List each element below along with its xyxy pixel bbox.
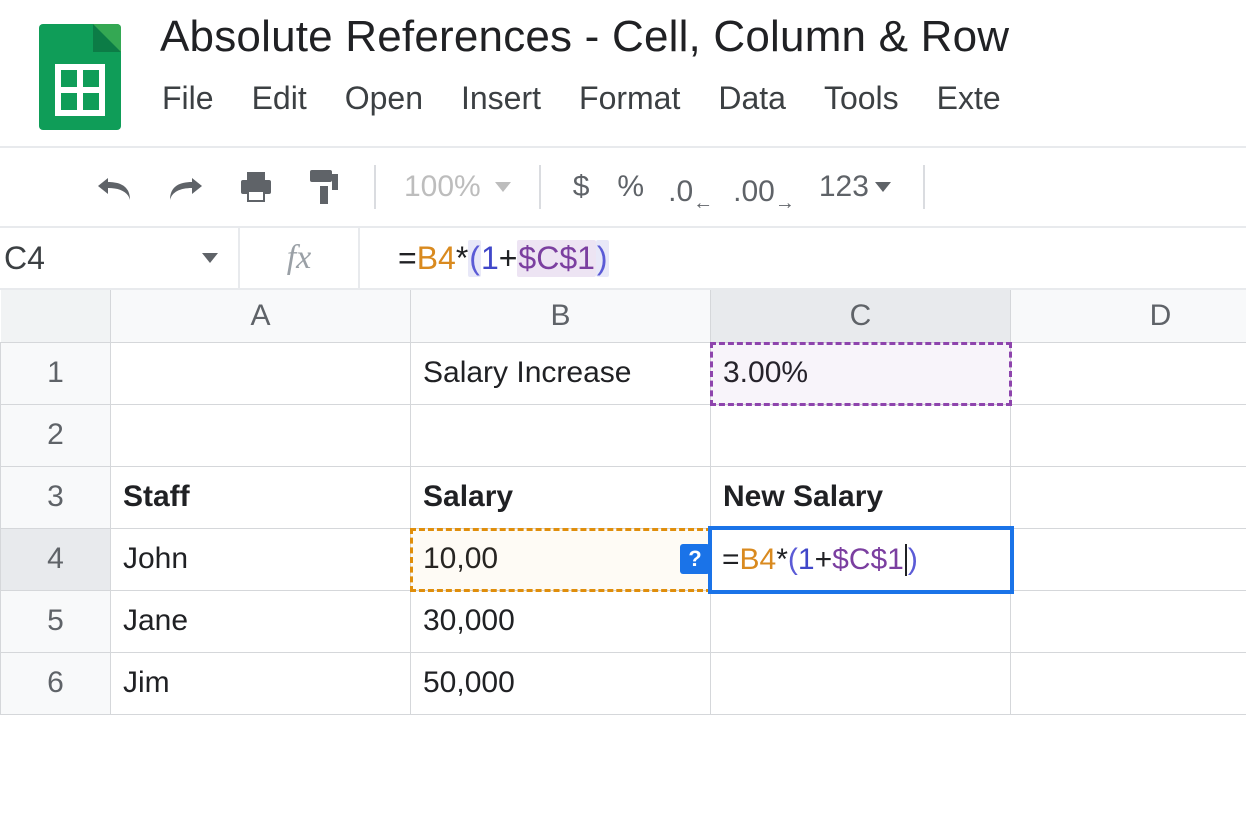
cell-A1[interactable] bbox=[111, 342, 411, 404]
undo-button[interactable] bbox=[78, 148, 150, 226]
cell-B3[interactable]: Salary bbox=[411, 466, 711, 528]
tok-plus: + bbox=[499, 240, 518, 277]
cell-C1[interactable]: 3.00% bbox=[711, 342, 1011, 404]
sheet-grid[interactable]: A B C D 1 Salary Increase 3.00% 2 3 Staf… bbox=[0, 290, 1246, 715]
sheets-icon[interactable] bbox=[39, 24, 121, 130]
format-currency-button[interactable]: $ bbox=[559, 170, 604, 204]
cell-B1[interactable]: Salary Increase bbox=[411, 342, 711, 404]
chevron-down-icon bbox=[875, 182, 891, 192]
menu-bar: File Edit Open Insert Format Data Tools … bbox=[160, 80, 1246, 117]
menu-tools[interactable]: Tools bbox=[824, 80, 899, 117]
cell-B2[interactable] bbox=[411, 404, 711, 466]
tok-eq: = bbox=[398, 240, 417, 277]
tok-one: 1 bbox=[481, 240, 499, 277]
menu-extensions[interactable]: Exte bbox=[937, 80, 1001, 117]
cell-B4[interactable]: 10,00 bbox=[411, 528, 711, 590]
tok-abs-c1: $C$1 bbox=[832, 543, 904, 577]
toolbar-separator bbox=[539, 165, 541, 209]
menu-file[interactable]: File bbox=[162, 80, 214, 117]
name-box[interactable]: C4 bbox=[0, 228, 240, 288]
menu-insert[interactable]: Insert bbox=[461, 80, 541, 117]
row-header-3[interactable]: 3 bbox=[1, 466, 111, 528]
tok-plus: + bbox=[815, 543, 833, 577]
tok-abs-c1: $C$1 bbox=[517, 240, 596, 277]
decrease-decimal-button[interactable]: .0← bbox=[658, 165, 723, 209]
menu-format[interactable]: Format bbox=[579, 80, 680, 117]
paint-format-button[interactable] bbox=[290, 148, 356, 226]
dec00-label: .00 bbox=[733, 175, 775, 209]
tok-one: 1 bbox=[798, 543, 815, 577]
cell-D3[interactable] bbox=[1011, 466, 1246, 528]
redo-button[interactable] bbox=[150, 148, 222, 226]
tok-lparen: ( bbox=[788, 543, 798, 577]
cell-D5[interactable] bbox=[1011, 590, 1246, 652]
col-header-A[interactable]: A bbox=[111, 290, 411, 342]
increase-decimal-button[interactable]: .00→ bbox=[723, 165, 805, 209]
menu-data[interactable]: Data bbox=[718, 80, 786, 117]
col-header-B[interactable]: B bbox=[411, 290, 711, 342]
row-header-1[interactable]: 1 bbox=[1, 342, 111, 404]
name-box-value: C4 bbox=[4, 240, 45, 277]
cell-B6[interactable]: 50,000 bbox=[411, 652, 711, 714]
header: Absolute References - Cell, Column & Row… bbox=[0, 0, 1246, 130]
cell-A3[interactable]: Staff bbox=[111, 466, 411, 528]
formula-hint-icon[interactable]: ? bbox=[680, 544, 710, 574]
chevron-down-icon bbox=[495, 182, 511, 192]
numfmt-label: 123 bbox=[819, 170, 869, 204]
toolbar: 100% $ % .0← .00→ 123 bbox=[0, 148, 1246, 226]
row-header-5[interactable]: 5 bbox=[1, 590, 111, 652]
print-button[interactable] bbox=[222, 148, 290, 226]
cell-D2[interactable] bbox=[1011, 404, 1246, 466]
select-all-corner[interactable] bbox=[1, 290, 111, 342]
cell-D6[interactable] bbox=[1011, 652, 1246, 714]
app-icon-wrap bbox=[0, 10, 160, 130]
cell-A2[interactable] bbox=[111, 404, 411, 466]
arrow-left-icon: ← bbox=[693, 193, 713, 213]
cell-A5[interactable]: Jane bbox=[111, 590, 411, 652]
cell-C5[interactable] bbox=[711, 590, 1011, 652]
cell-C2[interactable] bbox=[711, 404, 1011, 466]
formula-input[interactable]: = B4 * ( 1 + $C$1 ) bbox=[360, 240, 1246, 277]
cell-C3[interactable]: New Salary bbox=[711, 466, 1011, 528]
tok-star: * bbox=[776, 543, 788, 577]
toolbar-separator bbox=[923, 165, 925, 209]
col-header-C[interactable]: C bbox=[711, 290, 1011, 342]
document-title[interactable]: Absolute References - Cell, Column & Row bbox=[160, 12, 1246, 62]
tok-rparen: ) bbox=[596, 240, 609, 277]
text-cursor bbox=[905, 544, 907, 576]
active-cell-editor[interactable]: = B4 * ( 1 + $C$1 ) bbox=[708, 526, 1014, 594]
fx-icon: fx bbox=[240, 228, 360, 288]
tok-star: * bbox=[456, 240, 468, 277]
cell-C6[interactable] bbox=[711, 652, 1011, 714]
row-header-6[interactable]: 6 bbox=[1, 652, 111, 714]
tok-ref-b4: B4 bbox=[740, 543, 777, 577]
chevron-down-icon bbox=[202, 253, 218, 263]
row-header-2[interactable]: 2 bbox=[1, 404, 111, 466]
dec0-label: .0 bbox=[668, 175, 693, 209]
col-header-D[interactable]: D bbox=[1011, 290, 1246, 342]
cell-A6[interactable]: Jim bbox=[111, 652, 411, 714]
zoom-dropdown[interactable]: 100% bbox=[394, 170, 521, 204]
number-format-dropdown[interactable]: 123 bbox=[805, 170, 905, 204]
arrow-right-icon: → bbox=[775, 193, 795, 213]
tok-eq: = bbox=[722, 543, 740, 577]
tok-rparen: ) bbox=[908, 543, 918, 577]
cell-B5[interactable]: 30,000 bbox=[411, 590, 711, 652]
zoom-value: 100% bbox=[404, 170, 481, 204]
cell-D4[interactable] bbox=[1011, 528, 1246, 590]
menu-open[interactable]: Open bbox=[345, 80, 423, 117]
row-header-4[interactable]: 4 bbox=[1, 528, 111, 590]
formula-bar: C4 fx = B4 * ( 1 + $C$1 ) bbox=[0, 226, 1246, 290]
toolbar-separator bbox=[374, 165, 376, 209]
tok-lparen: ( bbox=[468, 240, 481, 277]
cell-A4[interactable]: John bbox=[111, 528, 411, 590]
format-percent-button[interactable]: % bbox=[603, 170, 658, 204]
menu-edit[interactable]: Edit bbox=[252, 80, 307, 117]
cell-D1[interactable] bbox=[1011, 342, 1246, 404]
tok-ref-b4: B4 bbox=[417, 240, 456, 277]
